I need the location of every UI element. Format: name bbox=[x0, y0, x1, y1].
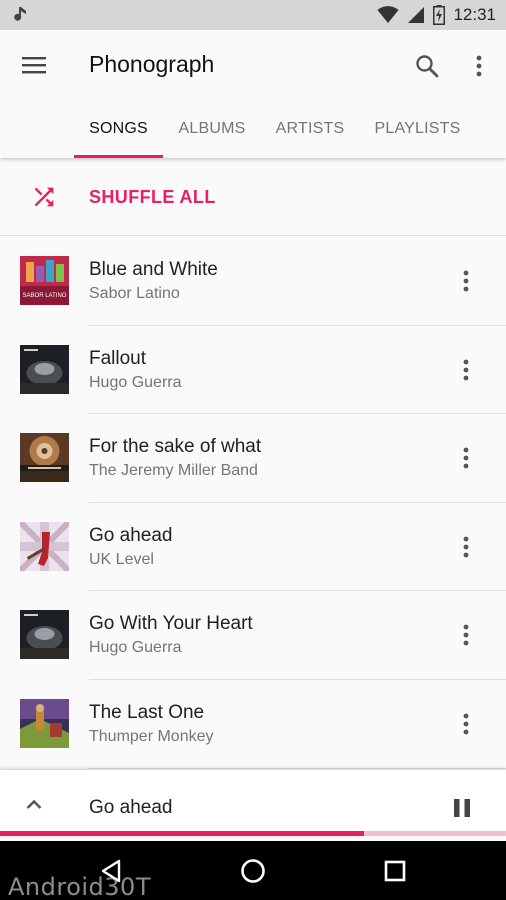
tab-songs[interactable]: SONGS bbox=[74, 100, 163, 158]
song-menu-button[interactable] bbox=[452, 442, 480, 474]
more-vert-icon bbox=[463, 270, 469, 292]
watermark: Android30T bbox=[8, 873, 151, 900]
song-artist: Thumper Monkey bbox=[89, 727, 214, 745]
battery-icon bbox=[433, 5, 446, 25]
song-item[interactable]: The Last One Thumper Monkey bbox=[0, 680, 506, 769]
album-art bbox=[20, 698, 69, 748]
recents-icon bbox=[384, 860, 406, 882]
search-icon bbox=[416, 55, 439, 78]
album-art bbox=[20, 610, 69, 660]
divider bbox=[89, 767, 506, 769]
album-art: SABOR LATINO bbox=[20, 256, 69, 305]
wifi-icon bbox=[377, 6, 399, 23]
tab-playlists[interactable]: PLAYLISTS bbox=[359, 100, 476, 158]
overflow-menu-button[interactable] bbox=[464, 49, 494, 83]
song-artist: UK Level bbox=[89, 550, 154, 568]
now-playing-title: Go ahead bbox=[89, 797, 173, 818]
album-art bbox=[20, 433, 69, 483]
shuffle-all-label: SHUFFLE ALL bbox=[89, 187, 216, 207]
song-item[interactable]: Go ahead UK Level bbox=[0, 503, 506, 592]
status-time: 12:31 bbox=[453, 5, 496, 24]
search-button[interactable] bbox=[410, 49, 444, 83]
tab-indicator bbox=[74, 155, 163, 158]
more-vert-icon bbox=[463, 536, 469, 558]
pause-icon bbox=[454, 799, 470, 817]
song-list: SABOR LATINO Blue and White Sabor Latino… bbox=[0, 237, 506, 769]
song-artist: The Jeremy Miller Band bbox=[89, 462, 258, 480]
song-menu-button[interactable] bbox=[452, 619, 480, 651]
playback-progress[interactable] bbox=[0, 831, 506, 836]
pause-button[interactable] bbox=[448, 794, 476, 822]
tab-bar: SONGS ALBUMS ARTISTS PLAYLISTS bbox=[0, 100, 506, 158]
recents-button[interactable] bbox=[378, 855, 412, 887]
song-item[interactable]: For the sake of what The Jeremy Miller B… bbox=[0, 414, 506, 503]
tab-artists[interactable]: ARTISTS bbox=[261, 100, 359, 158]
app-title: Phonograph bbox=[89, 51, 215, 77]
more-vert-icon bbox=[463, 624, 469, 646]
album-art bbox=[20, 344, 69, 394]
chevron-up-icon bbox=[26, 799, 42, 809]
song-menu-button[interactable] bbox=[452, 354, 480, 386]
song-title: Go With Your Heart bbox=[89, 613, 253, 635]
shuffle-icon bbox=[34, 187, 54, 207]
menu-icon bbox=[22, 57, 46, 74]
status-bar: 12:31 bbox=[0, 0, 506, 30]
notification-icon bbox=[14, 7, 26, 21]
song-title: Fallout bbox=[89, 347, 147, 369]
tab-albums[interactable]: ALBUMS bbox=[163, 100, 261, 158]
song-title: Go ahead bbox=[89, 524, 173, 546]
album-art bbox=[20, 521, 69, 571]
song-artist: Sabor Latino bbox=[89, 285, 180, 302]
more-vert-icon bbox=[463, 713, 469, 735]
home-icon bbox=[241, 859, 265, 883]
song-menu-button[interactable] bbox=[452, 708, 480, 740]
tab-label: ALBUMS bbox=[178, 120, 246, 137]
song-menu-button[interactable] bbox=[452, 531, 480, 563]
more-vert-icon bbox=[476, 55, 482, 77]
expand-player-button[interactable] bbox=[20, 792, 48, 816]
app-bar: Phonograph bbox=[0, 30, 506, 100]
shuffle-all-button[interactable]: SHUFFLE ALL bbox=[0, 158, 506, 236]
album-art-text: SABOR LATINO bbox=[23, 293, 67, 299]
song-item[interactable]: Go With Your Heart Hugo Guerra bbox=[0, 591, 506, 680]
song-title: For the sake of what bbox=[89, 436, 262, 458]
more-vert-icon bbox=[463, 447, 469, 469]
menu-button[interactable] bbox=[18, 50, 50, 80]
signal-icon bbox=[408, 7, 425, 23]
home-button[interactable] bbox=[236, 855, 270, 887]
song-item[interactable]: Fallout Hugo Guerra bbox=[0, 326, 506, 415]
playback-progress-fill bbox=[0, 831, 365, 836]
tab-label: PLAYLISTS bbox=[374, 120, 461, 137]
tab-label: SONGS bbox=[89, 120, 148, 137]
song-artist: Hugo Guerra bbox=[89, 373, 182, 391]
navigation-bar: Android30T bbox=[0, 841, 506, 900]
song-item[interactable]: SABOR LATINO Blue and White Sabor Latino bbox=[0, 237, 506, 326]
song-menu-button[interactable] bbox=[452, 265, 480, 297]
mini-player[interactable]: Go ahead bbox=[0, 770, 506, 836]
song-title: The Last One bbox=[89, 701, 205, 723]
tab-label: ARTISTS bbox=[275, 120, 345, 137]
more-vert-icon bbox=[463, 359, 469, 380]
song-artist: Hugo Guerra bbox=[89, 639, 182, 657]
song-title: Blue and White bbox=[89, 259, 218, 280]
